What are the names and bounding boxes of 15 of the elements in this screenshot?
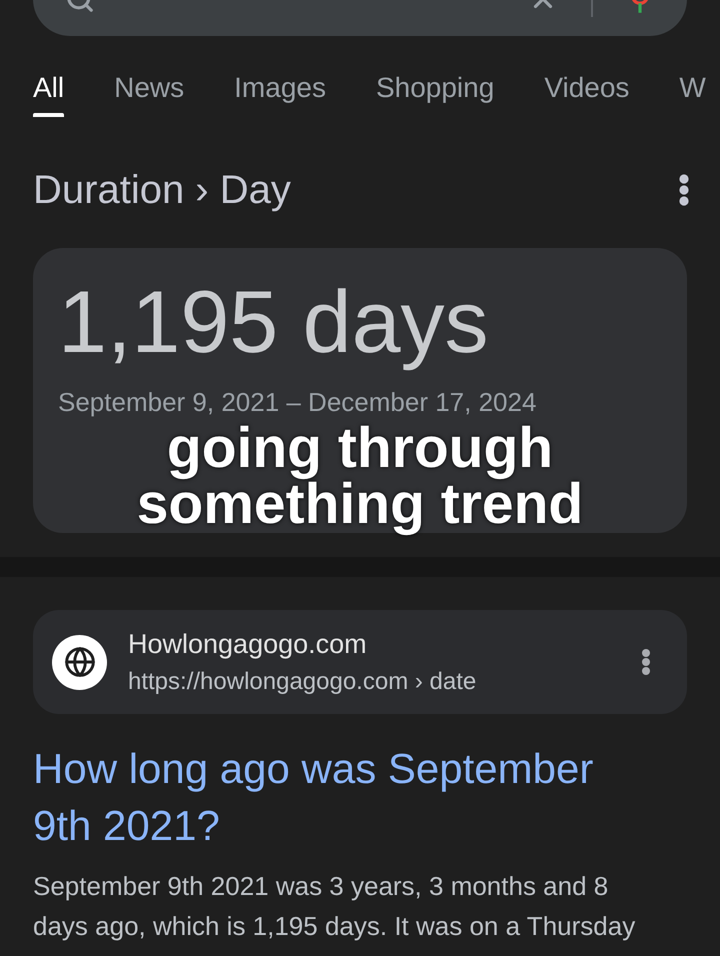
result-title-link[interactable]: How long ago was September 9th 2021? bbox=[33, 740, 633, 854]
search-tab[interactable]: W bbox=[679, 62, 706, 117]
more-options-icon[interactable] bbox=[679, 174, 689, 206]
result-snippet: September 9th 2021 was 3 years, 3 months and 8 days ago, which is 1,195 days. It was on a Thursday bbox=[33, 870, 636, 943]
search-tab[interactable]: News bbox=[114, 62, 184, 117]
search-tab[interactable]: Shopping bbox=[376, 62, 494, 117]
duration-value: 1,195 days bbox=[58, 274, 489, 370]
date-range-text: September 9, 2021 – December 17, 2024 bbox=[58, 386, 536, 418]
search-tab[interactable]: All bbox=[33, 62, 64, 117]
breadcrumb-title: Duration › Day bbox=[33, 167, 291, 214]
result-url: https://howlongagogo.com › date bbox=[128, 667, 476, 697]
search-tab[interactable]: Images bbox=[234, 62, 326, 117]
more-options-icon[interactable] bbox=[642, 649, 650, 675]
site-name: Howlongagogo.com bbox=[128, 628, 367, 661]
search-tab[interactable]: Videos bbox=[544, 62, 630, 117]
